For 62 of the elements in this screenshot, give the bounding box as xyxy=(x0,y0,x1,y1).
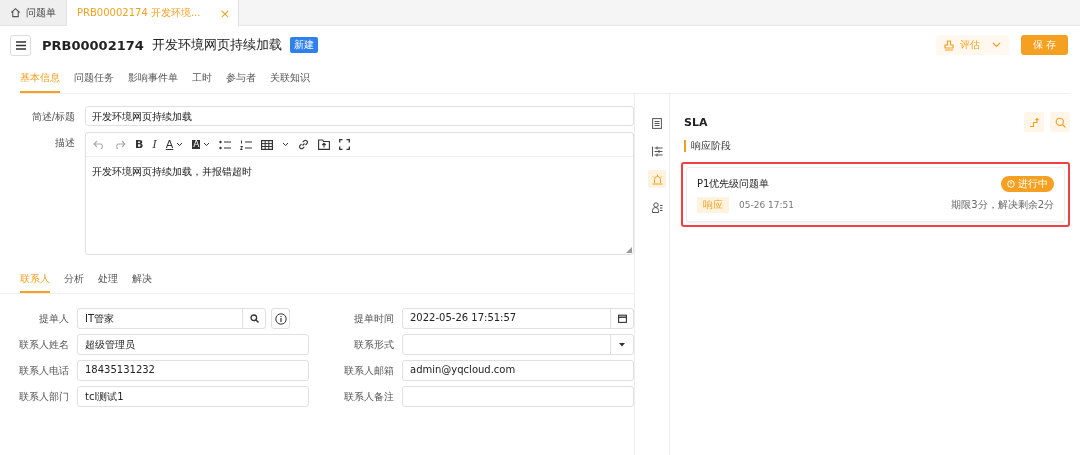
chevron-down-icon[interactable] xyxy=(176,142,184,147)
status-badge: 进行中 xyxy=(1001,176,1054,192)
nav-tab[interactable]: 影响事件单 xyxy=(128,64,178,93)
upload-icon[interactable] xyxy=(318,139,331,150)
field-label: 联系形式 xyxy=(353,337,394,352)
field-label: 提单人 xyxy=(38,311,69,326)
field-label: 简述/标题 xyxy=(30,110,75,124)
record-number: PRB00002174 xyxy=(42,37,144,53)
fullscreen-icon[interactable] xyxy=(339,139,351,150)
start-time: 05-26 17:51 xyxy=(739,200,794,210)
record-title: 开发环境网页持续加载 xyxy=(151,36,282,54)
chevron-down-icon[interactable] xyxy=(282,142,290,147)
nav-tab[interactable]: 问题任务 xyxy=(74,64,114,93)
sla-card[interactable]: P1优先级问题单 进行中 响应 05-26 17:51 期限3分，解决剩余2分 xyxy=(686,167,1065,222)
tab[interactable]: 问题单 xyxy=(0,0,67,25)
chevron-down-icon xyxy=(991,42,1001,48)
section-tab[interactable]: 分析 xyxy=(64,267,84,293)
info-button[interactable] xyxy=(271,308,290,329)
clock-icon xyxy=(1007,180,1015,188)
resize-handle-icon[interactable] xyxy=(626,247,632,253)
section-heading: 响应阶段 xyxy=(684,140,1070,152)
link-icon[interactable] xyxy=(298,139,310,150)
italic-button[interactable]: I xyxy=(152,139,157,150)
editor-text: 开发环境网页持续加载，并报错超时 xyxy=(91,165,253,179)
field-label: 联系人姓名 xyxy=(18,337,69,352)
home-icon xyxy=(10,7,21,18)
field-label: 联系人部门 xyxy=(18,389,69,404)
input-field[interactable]: admin@yqcloud.com xyxy=(402,360,634,381)
menu-button[interactable] xyxy=(10,34,31,56)
bold-button[interactable]: B xyxy=(135,139,144,150)
font-color-button[interactable]: A xyxy=(165,139,174,150)
panel-title: SLA xyxy=(684,115,708,129)
menu-icon xyxy=(15,40,26,50)
remaining-time: 期限3分，解决剩余2分 xyxy=(951,198,1054,212)
field-label: 提单时间 xyxy=(353,311,394,326)
field-label: 联系人备注 xyxy=(343,389,394,404)
sla-name: P1优先级问题单 xyxy=(697,177,770,191)
nav-tab[interactable]: 参与者 xyxy=(226,64,256,93)
background-color-button[interactable]: A xyxy=(192,140,201,149)
field-label: 联系人电话 xyxy=(18,363,69,378)
select-field[interactable] xyxy=(402,334,634,355)
chevron-down-icon[interactable] xyxy=(203,142,211,147)
summary-field[interactable]: 开发环境网页持续加载 xyxy=(85,106,634,126)
phase-tag: 响应 xyxy=(697,197,729,213)
field-label: 描述 xyxy=(54,136,75,150)
date-field[interactable]: 2022-05-26 17:51:57 xyxy=(402,308,634,329)
status-badge: 新建 xyxy=(289,37,318,53)
table-icon[interactable] xyxy=(261,139,274,150)
rich-text-editor[interactable]: B I A A 开发环境网页持续加载，并报错超时 xyxy=(85,132,634,255)
stamp-icon xyxy=(943,39,954,51)
lookup-field[interactable]: IT管家 xyxy=(77,308,266,329)
input-field[interactable]: 18435131232 xyxy=(77,360,309,381)
numbered-list-icon[interactable] xyxy=(240,139,253,150)
input-field[interactable] xyxy=(402,386,634,407)
nav-tab[interactable]: 关联知识 xyxy=(270,64,310,93)
nav-tab[interactable]: 工时 xyxy=(192,64,212,93)
field-label: 联系人邮箱 xyxy=(343,363,394,378)
section-tab[interactable]: 解决 xyxy=(132,267,152,293)
section-tab[interactable]: 处理 xyxy=(98,267,118,293)
input-field[interactable]: tcl测试1 xyxy=(77,386,309,407)
input-field[interactable]: 超级管理员 xyxy=(77,334,309,355)
bullet-list-icon[interactable] xyxy=(219,139,232,150)
